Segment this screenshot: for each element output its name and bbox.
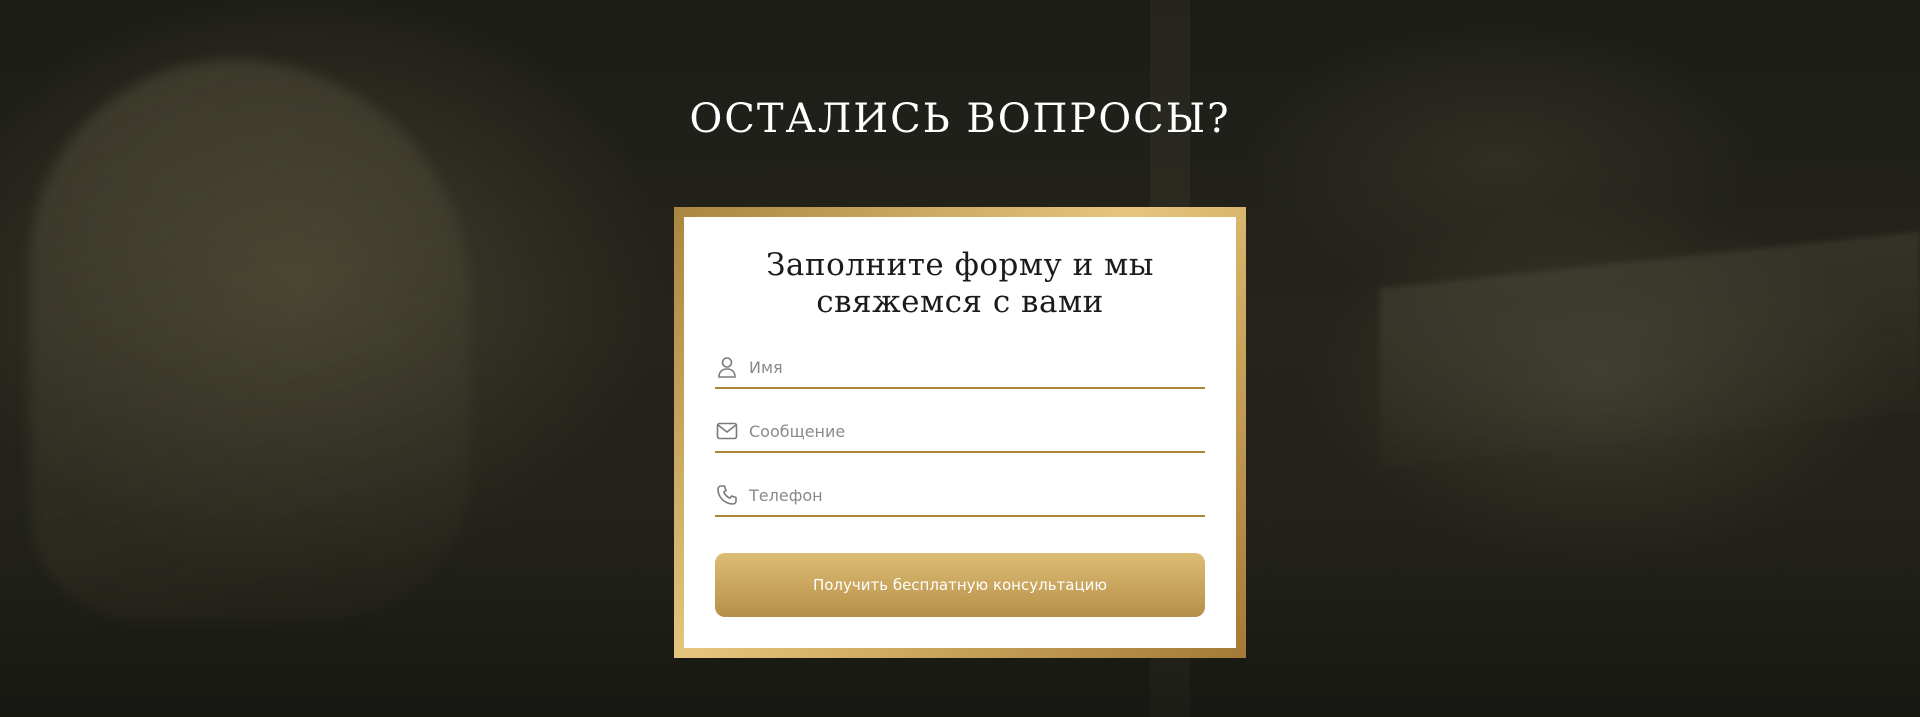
section-heading: ОСТАЛИСЬ ВОПРОСЫ? [689,96,1231,142]
form-title-line-2: свяжемся с вами [816,284,1104,320]
message-field [715,411,1205,453]
contact-section: ОСТАЛИСЬ ВОПРОСЫ? Заполните форму и мы с… [0,0,1920,717]
get-consultation-button[interactable]: Получить бесплатную консультацию [715,553,1205,617]
phone-field [715,475,1205,517]
user-icon [715,355,739,379]
phone-input[interactable] [749,479,1189,511]
envelope-icon [715,419,739,443]
form-card-frame: Заполните форму и мы свяжемся с вами Имя… [674,207,1246,658]
contact-form: Заполните форму и мы свяжемся с вами Имя… [684,217,1236,648]
background-photo-welder [30,60,470,620]
message-input[interactable] [749,415,1189,447]
name-field [715,347,1205,389]
background-photo-table [1380,231,1920,469]
phone-icon [715,483,739,507]
form-title: Заполните форму и мы свяжемся с вами [684,247,1236,321]
form-title-line-1: Заполните форму и мы [766,247,1154,283]
name-input[interactable] [749,351,1189,383]
